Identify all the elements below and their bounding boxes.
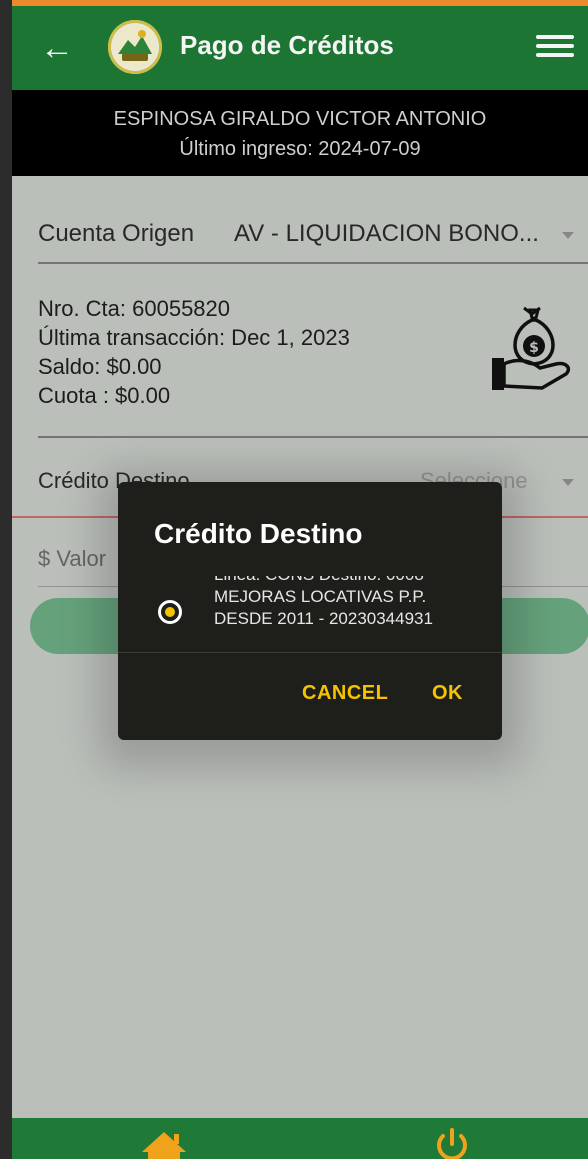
power-icon[interactable] — [434, 1128, 470, 1159]
dialog-option-list: Linea: CONS Destino: 0008 - MEJORAS LOCA… — [118, 576, 502, 652]
radio-dot — [165, 607, 175, 617]
radio-selected-icon[interactable] — [158, 600, 182, 624]
dialog-title: Crédito Destino — [154, 518, 363, 549]
screen-frame: ← Pago de Créditos ESPINOSA GIRALDO VICT… — [0, 0, 588, 1159]
destination-credit-dialog: Crédito Destino Linea: CONS Destino: 000… — [118, 482, 502, 740]
ok-button[interactable]: OK — [432, 682, 463, 705]
cancel-button[interactable]: CANCEL — [302, 682, 388, 705]
window-left-border — [0, 0, 12, 1159]
bottom-nav — [12, 1118, 588, 1159]
credit-option-text[interactable]: Linea: CONS Destino: 0008 - MEJORAS LOCA… — [214, 576, 474, 630]
dialog-divider — [118, 652, 502, 653]
home-icon[interactable] — [140, 1130, 188, 1159]
app-screen: ← Pago de Créditos ESPINOSA GIRALDO VICT… — [12, 6, 588, 1159]
